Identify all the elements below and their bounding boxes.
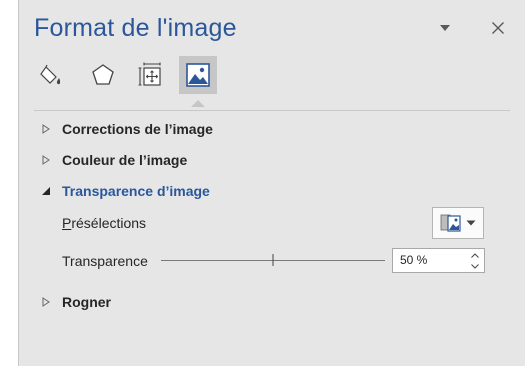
tab-picture[interactable] — [179, 56, 217, 94]
close-button[interactable] — [486, 16, 510, 40]
chevron-down-icon — [466, 220, 476, 226]
transparency-slider[interactable] — [161, 251, 385, 271]
expand-arrow-icon — [41, 297, 51, 307]
presets-dropdown-button[interactable] — [432, 207, 484, 239]
section-transparency[interactable]: Transparence d’image — [41, 181, 210, 201]
transparency-spinbox[interactable]: 50 % — [392, 248, 485, 273]
paint-bucket-icon — [40, 64, 61, 85]
active-tab-pointer — [191, 100, 205, 107]
caret-down-icon — [440, 25, 450, 31]
spin-down-button[interactable] — [468, 261, 482, 272]
picture-icon — [186, 63, 210, 87]
pentagon-icon — [92, 64, 114, 85]
section-corrections[interactable]: Corrections de l’image — [41, 119, 213, 139]
slider-thumb[interactable] — [272, 254, 274, 266]
section-label: Transparence d’image — [62, 183, 210, 199]
section-crop[interactable]: Rogner — [41, 292, 111, 312]
expand-arrow-icon — [41, 155, 51, 165]
spin-up-button[interactable] — [468, 250, 482, 261]
pane-title: Format de l'image — [34, 14, 237, 42]
collapse-arrow-icon — [41, 186, 51, 196]
tab-fill-line[interactable] — [33, 56, 71, 94]
pane-options-button[interactable] — [433, 16, 457, 40]
section-label: Corrections de l’image — [62, 121, 213, 137]
chevron-up-icon — [471, 253, 479, 258]
section-color[interactable]: Couleur de l’image — [41, 150, 187, 170]
presets-label: Présélections — [62, 215, 147, 231]
section-label: Rogner — [62, 294, 111, 310]
section-label: Couleur de l’image — [62, 152, 188, 168]
transparency-label: Transparence — [62, 253, 148, 269]
transparency-value[interactable]: 50 % — [400, 253, 427, 267]
tab-effects[interactable] — [84, 56, 122, 94]
tabs-separator — [34, 110, 510, 111]
close-icon — [492, 22, 504, 34]
expand-arrow-icon — [41, 124, 51, 134]
tab-size-properties[interactable] — [132, 56, 170, 94]
size-layout-icon — [138, 62, 161, 86]
format-picture-pane: Format de l'image Corrections de l’image… — [18, 0, 525, 366]
chevron-down-icon — [471, 264, 479, 269]
transparency-presets-icon — [440, 214, 461, 232]
